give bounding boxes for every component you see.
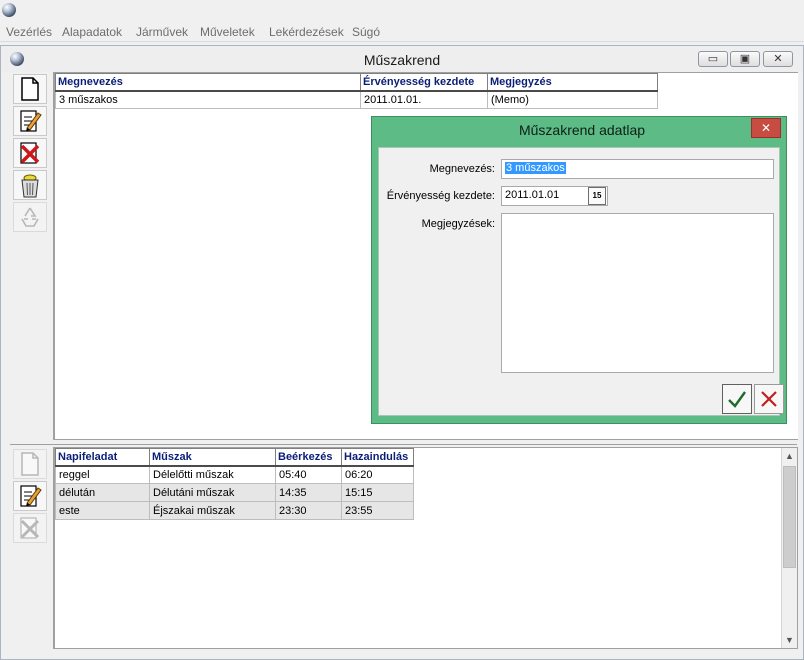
new-document-icon [21,452,39,476]
ok-button[interactable] [722,384,752,414]
top-toolbar [10,72,54,440]
minimize-button[interactable]: ▭ [698,51,728,67]
scroll-thumb[interactable] [783,466,796,568]
bottom-toolbar [10,447,54,649]
calendar-icon[interactable]: 15 [588,187,606,205]
dialog-body: Megnevezés: 3 műszakos Érvényesség kezde… [378,147,784,416]
trash-button[interactable] [13,170,47,200]
cancel-x-icon [761,391,777,407]
top-grid: Megnevezés Érvényesség kezdete Megjegyzé… [55,73,658,109]
delete-record-button[interactable] [13,138,47,168]
cell-beerkezes[interactable]: 23:30 [275,501,342,520]
col-napifeladat[interactable]: Napifeladat [55,448,150,467]
scroll-down-icon[interactable]: ▼ [782,632,797,648]
trash-can-icon [21,174,39,198]
cell-napifeladat[interactable]: délután [55,483,150,502]
window-title: Műszakrend [363,52,441,68]
col-megnevezes[interactable]: Megnevezés [55,73,361,92]
cell-beerkezes[interactable]: 05:40 [275,465,342,484]
cell-ervenyesseg[interactable]: 2011.01.01. [360,90,488,109]
col-hazaindulas[interactable]: Hazaindulás [341,448,414,467]
bottom-grid: Napifeladat Műszak Beérkezés Hazaindulás… [55,448,414,520]
menu-bar: Vezérlés Alapadatok Járművek Műveletek L… [0,22,804,42]
menu-sugo[interactable]: Súgó [352,25,380,39]
valid-from-value: 2011.01.01 [505,189,560,201]
table-row[interactable]: este Éjszakai műszak 23:30 23:55 [55,501,414,520]
cell-megjegyzes[interactable]: (Memo) [487,90,658,109]
cell-muszak[interactable]: Délelőtti műszak [149,465,276,484]
notes-textarea[interactable] [501,213,774,373]
delete-document-icon [20,517,40,539]
bottom-grid-scrollbar[interactable]: ▲ ▼ [781,448,797,648]
valid-from-label: Érvényesség kezdete: [386,190,495,202]
close-icon: ✕ [773,53,783,65]
pane-splitter[interactable] [10,440,797,445]
col-ervenyesseg[interactable]: Érvényesség kezdete [360,73,488,92]
dialog-title: Műszakrend adatlap [518,122,646,138]
edit-document-icon [20,110,42,132]
restore-deleted-button[interactable] [13,202,47,232]
app-titlebar [0,0,804,22]
table-row[interactable]: délután Délutáni műszak 14:35 15:15 [55,483,414,502]
cell-hazaindulas[interactable]: 15:15 [341,483,414,502]
cell-muszak[interactable]: Éjszakai műszak [149,501,276,520]
col-megjegyzes[interactable]: Megjegyzés [487,73,658,92]
cell-megnevezes[interactable]: 3 műszakos [55,90,361,109]
scroll-up-icon[interactable]: ▲ [782,448,797,464]
muszakrend-adatlap-dialog: Műszakrend adatlap ✕ Megnevezés: 3 műsza… [371,116,787,424]
minimize-icon: ▭ [707,53,719,65]
col-muszak[interactable]: Műszak [149,448,276,467]
col-beerkezes[interactable]: Beérkezés [275,448,342,467]
menu-lekerdezesek[interactable]: Lekérdezések [269,25,344,39]
table-row[interactable]: 3 műszakos 2011.01.01. (Memo) [55,90,658,109]
checkmark-icon [728,391,746,408]
new-document-icon [21,77,39,101]
app-logo-icon [2,3,16,17]
restore-icon: ▣ [739,53,751,65]
new-detail-button[interactable] [13,449,47,479]
menu-muveletek[interactable]: Műveletek [200,25,255,39]
cell-napifeladat[interactable]: reggel [55,465,150,484]
cell-hazaindulas[interactable]: 23:55 [341,501,414,520]
menu-jarmuvek[interactable]: Járművek [136,25,188,39]
new-record-button[interactable] [13,74,47,104]
cell-hazaindulas[interactable]: 06:20 [341,465,414,484]
edit-record-button[interactable] [13,106,47,136]
name-field-value: 3 műszakos [505,162,566,174]
restore-button[interactable]: ▣ [730,51,760,67]
dialog-close-button[interactable]: ✕ [751,118,781,138]
notes-label: Megjegyzések: [421,218,495,230]
edit-document-icon [20,485,42,507]
name-label: Megnevezés: [429,163,495,175]
dialog-titlebar: Műszakrend adatlap ✕ [372,117,786,143]
delete-document-icon [20,142,40,164]
delete-detail-button[interactable] [13,513,47,543]
recycle-icon [21,207,39,227]
cell-beerkezes[interactable]: 14:35 [275,483,342,502]
name-field[interactable]: 3 műszakos [501,159,774,179]
cancel-button[interactable] [754,384,784,414]
bottom-grid-area: Napifeladat Műszak Beérkezés Hazaindulás… [54,447,798,649]
edit-detail-button[interactable] [13,481,47,511]
menu-alapadatok[interactable]: Alapadatok [62,25,122,39]
cell-napifeladat[interactable]: este [55,501,150,520]
window-close-button[interactable]: ✕ [763,51,793,67]
menu-vezerles[interactable]: Vezérlés [6,25,52,39]
cell-muszak[interactable]: Délutáni műszak [149,483,276,502]
table-row[interactable]: reggel Délelőtti műszak 05:40 06:20 [55,465,414,484]
window-titlebar: Műszakrend ▭ ▣ ✕ [1,46,803,72]
